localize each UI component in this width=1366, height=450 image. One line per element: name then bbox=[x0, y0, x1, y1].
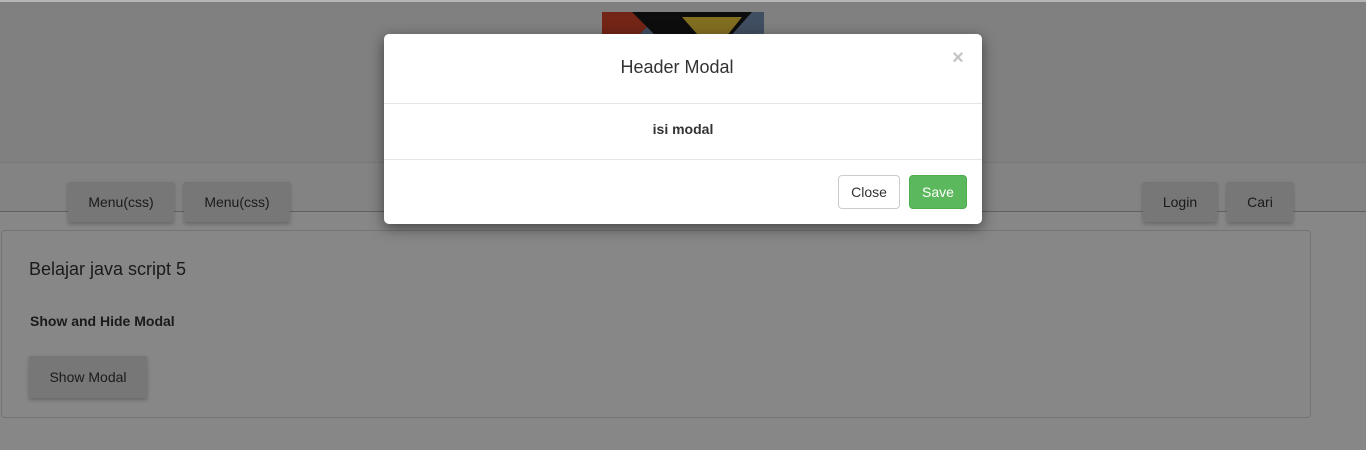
modal-body-text: isi modal bbox=[652, 121, 714, 137]
modal-title: Header Modal bbox=[620, 57, 734, 77]
modal-body: isi modal bbox=[384, 104, 982, 160]
close-icon[interactable]: × bbox=[948, 46, 968, 70]
modal-dialog: Header Modal × isi modal Close Save bbox=[384, 34, 982, 224]
save-button[interactable]: Save bbox=[909, 175, 967, 209]
modal-footer: Close Save bbox=[384, 160, 982, 224]
close-button[interactable]: Close bbox=[838, 175, 900, 209]
page: Menu(css) Menu(css) Login Cari Belajar j… bbox=[0, 0, 1366, 450]
modal-header: Header Modal × bbox=[384, 34, 982, 104]
